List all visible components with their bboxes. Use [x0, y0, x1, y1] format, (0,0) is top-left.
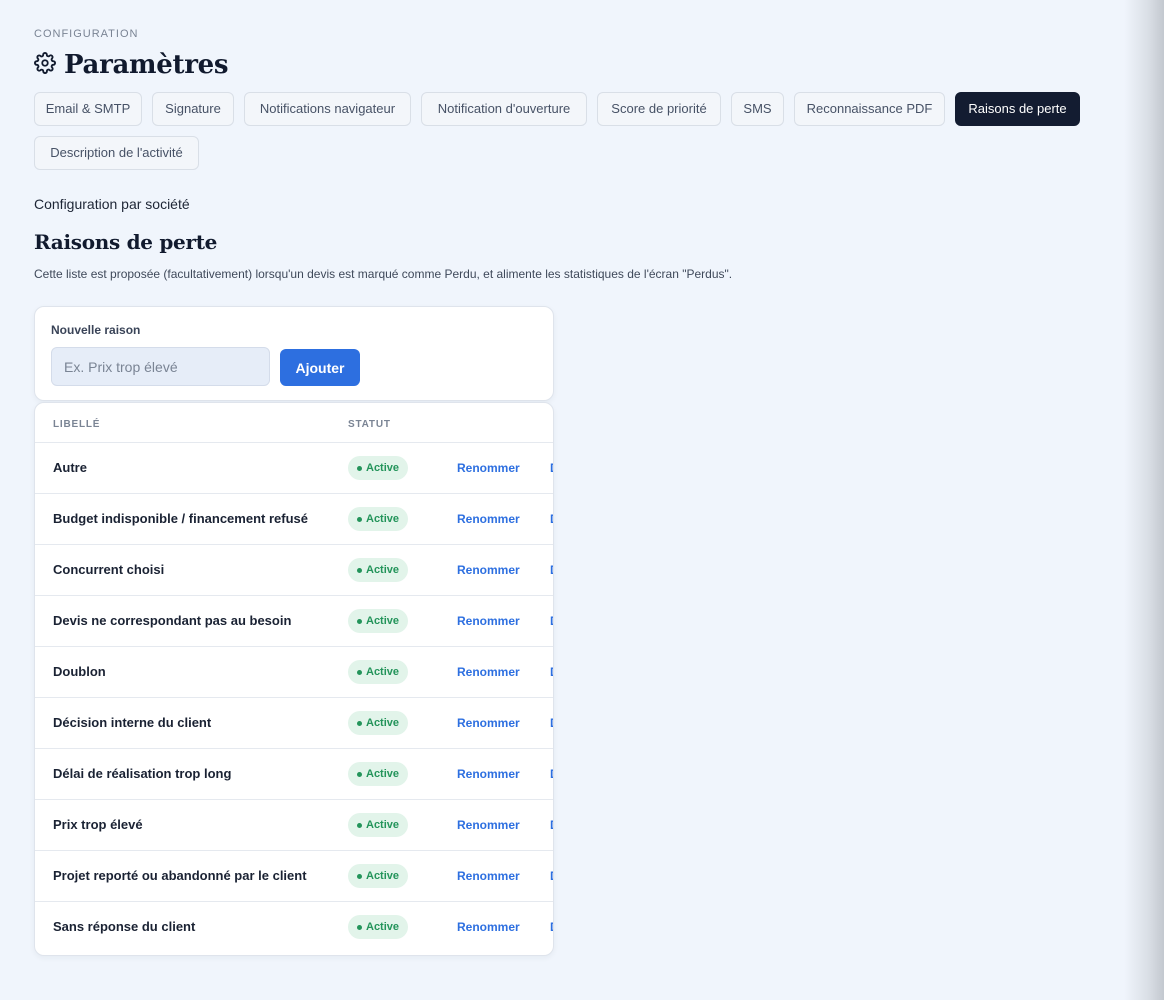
reason-label: Délai de réalisation trop long [53, 766, 232, 781]
truncated-action-button[interactable]: D [550, 920, 553, 934]
rename-button[interactable]: Renommer [457, 818, 520, 832]
table-row: Décision interne du client Active Renomm… [35, 697, 553, 748]
page-header: Paramètres [34, 50, 228, 80]
rename-button[interactable]: Renommer [457, 614, 520, 628]
truncated-action-button[interactable]: D [550, 869, 553, 883]
status-text: Active [366, 513, 400, 525]
status-badge: Active [348, 660, 409, 684]
truncated-action-button[interactable]: D [550, 512, 553, 526]
truncated-action-button[interactable]: D [550, 767, 553, 781]
tab-sms[interactable]: SMS [731, 92, 784, 126]
section-description: Cette liste est proposée (facultativemen… [34, 267, 733, 281]
status-text: Active [366, 717, 400, 729]
status-badge: Active [348, 915, 409, 939]
tab-priority-score[interactable]: Score de priorité [597, 92, 721, 126]
status-dot-icon [357, 670, 362, 675]
add-reason-button[interactable]: Ajouter [280, 349, 360, 386]
rename-button[interactable]: Renommer [457, 461, 520, 475]
truncated-action-button[interactable]: D [550, 614, 553, 628]
page-title: Paramètres [64, 50, 229, 80]
status-dot-icon [357, 466, 362, 471]
status-text: Active [366, 921, 400, 933]
status-text: Active [366, 666, 400, 678]
status-badge: Active [348, 711, 409, 735]
rename-button[interactable]: Renommer [457, 716, 520, 730]
new-reason-input[interactable] [51, 347, 270, 386]
reason-label: Sans réponse du client [53, 919, 196, 934]
status-badge: Active [348, 507, 409, 531]
page-edge-shadow [1124, 0, 1164, 1000]
status-dot-icon [357, 517, 362, 522]
new-reason-card: Nouvelle raison Ajouter [34, 306, 554, 401]
table-body: Autre Active Renommer D Budget indisponi… [35, 442, 553, 952]
tab-email-smtp[interactable]: Email & SMTP [34, 92, 142, 126]
status-dot-icon [357, 925, 362, 930]
reason-label: Autre [53, 460, 87, 475]
tab-pdf-recognition[interactable]: Reconnaissance PDF [794, 92, 945, 126]
tab-activity-description[interactable]: Description de l'activité [34, 136, 199, 170]
status-badge: Active [348, 456, 409, 480]
reason-label: Décision interne du client [53, 715, 212, 730]
new-reason-label: Nouvelle raison [51, 323, 141, 337]
company-config-label: Configuration par société [34, 196, 190, 212]
status-badge: Active [348, 813, 409, 837]
status-badge: Active [348, 558, 409, 582]
section-eyebrow: CONFIGURATION [34, 28, 139, 40]
table-row: Autre Active Renommer D [35, 442, 553, 493]
table-row: Budget indisponible / financement refusé… [35, 493, 553, 544]
table-row: Délai de réalisation trop long Active Re… [35, 748, 553, 799]
table-row: Doublon Active Renommer D [35, 646, 553, 697]
reason-label: Devis ne correspondant pas au besoin [53, 613, 292, 628]
status-dot-icon [357, 619, 362, 624]
table-row: Concurrent choisi Active Renommer D [35, 544, 553, 595]
rename-button[interactable]: Renommer [457, 767, 520, 781]
rename-button[interactable]: Renommer [457, 869, 520, 883]
status-text: Active [366, 564, 400, 576]
table-row: Prix trop élevé Active Renommer D [35, 799, 553, 850]
status-text: Active [366, 615, 400, 627]
reason-label: Projet reporté ou abandonné par le clien… [53, 868, 307, 883]
reason-label: Concurrent choisi [53, 562, 165, 577]
truncated-action-button[interactable]: D [550, 461, 553, 475]
status-dot-icon [357, 874, 362, 879]
reason-label: Doublon [53, 664, 106, 679]
status-text: Active [366, 819, 400, 831]
status-dot-icon [357, 772, 362, 777]
table-row: Projet reporté ou abandonné par le clien… [35, 850, 553, 901]
status-text: Active [366, 462, 400, 474]
status-dot-icon [357, 823, 362, 828]
tab-browser-notifications[interactable]: Notifications navigateur [244, 92, 411, 126]
reasons-table: LIBELLÉ STATUT Autre Active Renommer D B… [34, 402, 554, 956]
tab-signature[interactable]: Signature [152, 92, 234, 126]
rename-button[interactable]: Renommer [457, 563, 520, 577]
truncated-action-button[interactable]: D [550, 818, 553, 832]
reason-label: Prix trop élevé [53, 817, 143, 832]
status-text: Active [366, 768, 400, 780]
column-header-status: STATUT [348, 419, 391, 430]
truncated-action-button[interactable]: D [550, 665, 553, 679]
reason-label: Budget indisponible / financement refusé [53, 511, 308, 526]
rename-button[interactable]: Renommer [457, 920, 520, 934]
section-title: Raisons de perte [34, 230, 218, 254]
status-dot-icon [357, 721, 362, 726]
tab-open-notification[interactable]: Notification d'ouverture [421, 92, 587, 126]
truncated-action-button[interactable]: D [550, 716, 553, 730]
column-header-label: LIBELLÉ [53, 419, 101, 430]
status-dot-icon [357, 568, 362, 573]
status-badge: Active [348, 762, 409, 786]
tab-loss-reasons[interactable]: Raisons de perte [955, 92, 1080, 126]
status-badge: Active [348, 864, 409, 888]
rename-button[interactable]: Renommer [457, 665, 520, 679]
status-text: Active [366, 870, 400, 882]
table-row: Sans réponse du client Active Renommer D [35, 901, 553, 952]
rename-button[interactable]: Renommer [457, 512, 520, 526]
truncated-action-button[interactable]: D [550, 563, 553, 577]
table-row: Devis ne correspondant pas au besoin Act… [35, 595, 553, 646]
status-badge: Active [348, 609, 409, 633]
gear-icon [34, 51, 56, 79]
